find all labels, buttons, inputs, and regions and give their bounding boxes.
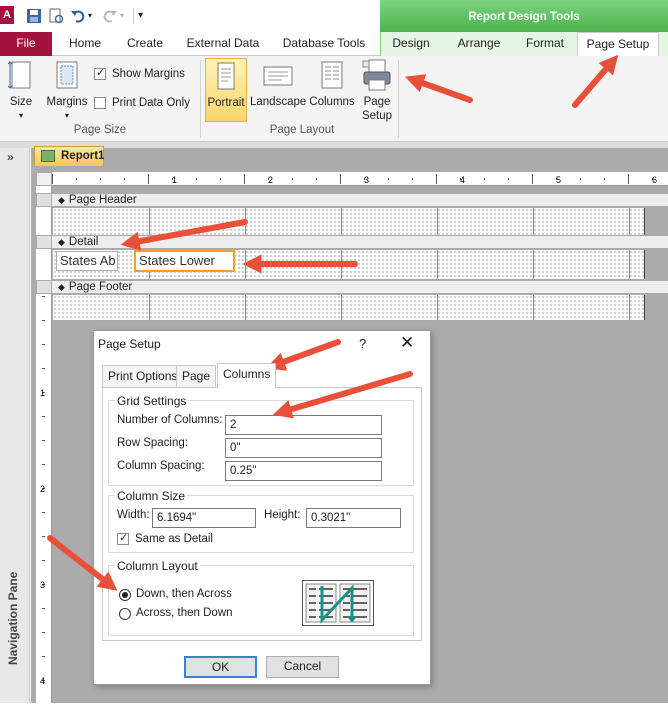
arrow-to-number-of-columns	[272, 371, 413, 419]
arrow-to-down-then-across	[47, 535, 118, 591]
annotation-arrows	[47, 54, 619, 591]
arrow-to-page-setup-button	[404, 74, 473, 103]
arrow-to-detail-section	[120, 219, 248, 251]
arrow-to-columns-tab	[265, 339, 341, 371]
arrow-to-page-setup-tab	[572, 54, 619, 108]
tab-columns[interactable]: Columns	[217, 363, 277, 388]
